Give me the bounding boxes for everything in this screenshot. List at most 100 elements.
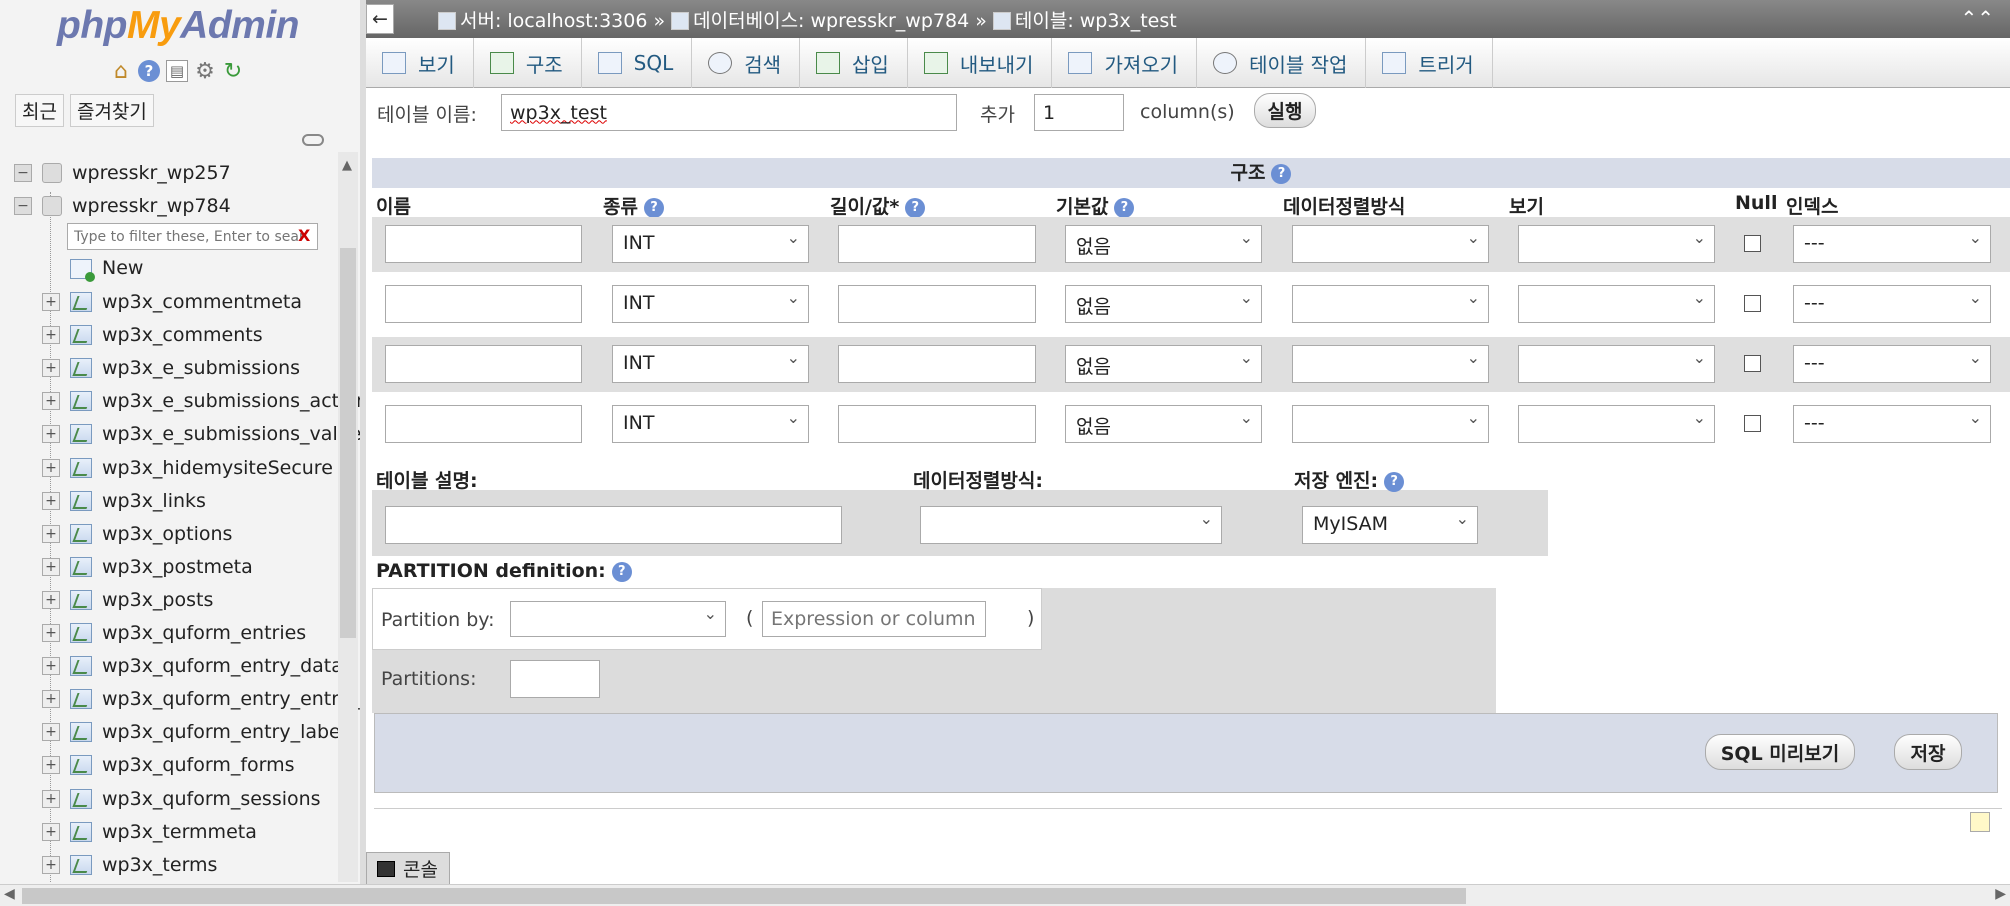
table-name[interactable]: wp3x_posts — [102, 589, 213, 611]
expand-icon[interactable]: + — [42, 822, 60, 841]
column-default-select[interactable]: 없음 — [1065, 225, 1262, 263]
expand-icon[interactable]: + — [42, 624, 60, 642]
table-structure-icon[interactable] — [70, 424, 92, 445]
collapse-top-menu-icon[interactable]: ⌃⌃ — [1960, 6, 1994, 30]
column-default-select[interactable]: 없음 — [1065, 285, 1262, 323]
column-name-input[interactable] — [385, 225, 582, 263]
reload-icon[interactable]: ↻ — [222, 59, 244, 84]
scroll-right-icon[interactable]: ▶ — [1995, 886, 2006, 902]
help-icon[interactable]: ? — [1271, 163, 1292, 184]
phpmyadmin-logo[interactable]: phpMyAdmin — [57, 4, 299, 48]
expand-icon[interactable]: + — [42, 756, 60, 775]
table-name[interactable]: wp3x_comments — [102, 324, 263, 346]
column-collation-select[interactable] — [1292, 285, 1489, 323]
scroll-left-icon[interactable]: ◀ — [4, 886, 15, 902]
documentation-icon[interactable]: ▤ — [166, 60, 188, 82]
table-structure-icon[interactable] — [70, 490, 92, 511]
add-columns-input[interactable] — [1034, 94, 1124, 131]
tab-export[interactable]: 내보내기 — [908, 38, 1053, 88]
scroll-up-icon[interactable]: ▲ — [342, 158, 352, 173]
table-name[interactable]: wp3x_termmeta — [102, 821, 257, 843]
table-name[interactable]: wp3x_e_submissions_value — [102, 423, 360, 445]
expand-icon[interactable]: + — [42, 590, 60, 609]
table-name[interactable]: wp3x_commentmeta — [102, 291, 302, 313]
go-button[interactable]: 실행 — [1254, 93, 1316, 128]
nav-scrollbar[interactable]: ▲ — [338, 152, 358, 882]
save-button[interactable]: 저장 — [1894, 734, 1962, 770]
table-structure-icon[interactable] — [70, 556, 92, 577]
table-name[interactable]: wp3x_e_submissions_actior — [102, 390, 360, 412]
expand-icon[interactable]: + — [42, 723, 60, 742]
column-attributes-select[interactable] — [1518, 405, 1715, 443]
recent-button[interactable]: 최근 — [15, 94, 64, 127]
table-name[interactable]: wp3x_quform_entries — [102, 622, 306, 644]
column-index-select[interactable]: --- — [1793, 345, 1991, 383]
console-toggle[interactable]: 콘솔 — [366, 852, 450, 884]
column-default-select[interactable]: 없음 — [1065, 345, 1262, 383]
table-structure-icon[interactable] — [70, 722, 92, 743]
table-structure-icon[interactable] — [70, 656, 92, 677]
tab-browse[interactable]: 보기 — [366, 38, 474, 88]
table-name[interactable]: wp3x_hidemysiteSecure — [102, 457, 333, 479]
table-structure-icon[interactable] — [70, 689, 92, 710]
null-checkbox[interactable] — [1744, 415, 1761, 432]
column-length-input[interactable] — [838, 345, 1036, 383]
null-checkbox[interactable] — [1744, 235, 1761, 252]
expand-icon[interactable]: + — [42, 392, 60, 411]
table-structure-icon[interactable] — [70, 391, 92, 412]
table-name[interactable]: wp3x_quform_sessions — [102, 788, 321, 810]
column-length-input[interactable] — [838, 405, 1036, 443]
partition-expression-input[interactable] — [762, 601, 986, 637]
tab-structure[interactable]: 구조 — [474, 38, 582, 88]
help-icon[interactable]: ? — [611, 561, 632, 582]
table-structure-icon[interactable] — [70, 457, 92, 478]
column-attributes-select[interactable] — [1518, 285, 1715, 323]
column-attributes-select[interactable] — [1518, 225, 1715, 263]
expand-icon[interactable]: + — [42, 657, 60, 676]
expand-icon[interactable]: + — [42, 326, 60, 345]
expand-icon[interactable]: + — [42, 557, 60, 576]
column-length-input[interactable] — [838, 285, 1036, 323]
partition-by-select[interactable] — [510, 601, 726, 637]
tab-insert[interactable]: 삽입 — [800, 38, 908, 88]
table-structure-icon[interactable] — [70, 854, 92, 875]
table-structure-icon[interactable] — [70, 358, 92, 379]
collapse-icon[interactable]: − — [14, 164, 32, 182]
help-icon[interactable]: ? — [905, 197, 926, 218]
expand-icon[interactable]: + — [42, 690, 60, 709]
table-structure-icon[interactable] — [70, 623, 92, 643]
column-index-select[interactable]: --- — [1793, 405, 1991, 443]
gear-icon[interactable]: ⚙ — [194, 59, 216, 84]
column-attributes-select[interactable] — [1518, 345, 1715, 383]
null-checkbox[interactable] — [1744, 295, 1761, 312]
table-name[interactable]: wp3x_quform_forms — [102, 754, 295, 776]
table-name[interactable]: wp3x_terms — [102, 854, 217, 876]
nav-scroll-thumb[interactable] — [340, 248, 356, 638]
tab-triggers[interactable]: 트리거 — [1366, 38, 1493, 88]
expand-icon[interactable]: + — [42, 458, 60, 477]
back-arrow-icon[interactable]: ← — [366, 4, 394, 34]
collapse-icon[interactable]: − — [14, 197, 32, 215]
storage-engine-select[interactable]: MyISAM — [1302, 506, 1478, 544]
table-comment-input[interactable] — [385, 506, 842, 544]
table-structure-icon[interactable] — [70, 292, 92, 312]
table-name[interactable]: wp3x_quform_entry_labels — [102, 721, 356, 743]
table-collation-select[interactable] — [920, 506, 1222, 544]
notification-icon[interactable] — [1970, 812, 1990, 832]
table-filter-input[interactable] — [67, 223, 318, 250]
link-with-main-panel-icon[interactable] — [302, 134, 324, 146]
clear-filter-icon[interactable]: X — [298, 226, 310, 245]
table-structure-icon[interactable] — [70, 325, 92, 346]
column-type-select[interactable]: INT — [612, 225, 809, 263]
table-name[interactable]: wp3x_e_submissions — [102, 357, 300, 379]
table-structure-icon[interactable] — [70, 523, 92, 544]
column-collation-select[interactable] — [1292, 225, 1489, 263]
column-type-select[interactable]: INT — [612, 285, 809, 323]
partitions-count-input[interactable] — [510, 660, 600, 698]
horizontal-scrollbar[interactable]: ◀ ▶ — [0, 884, 2010, 906]
help-icon[interactable]: ? — [643, 197, 664, 218]
expand-icon[interactable]: + — [42, 425, 60, 444]
help-icon[interactable]: ? — [138, 60, 160, 82]
expand-icon[interactable]: + — [42, 524, 60, 543]
favorites-button[interactable]: 즐겨찾기 — [69, 94, 154, 127]
